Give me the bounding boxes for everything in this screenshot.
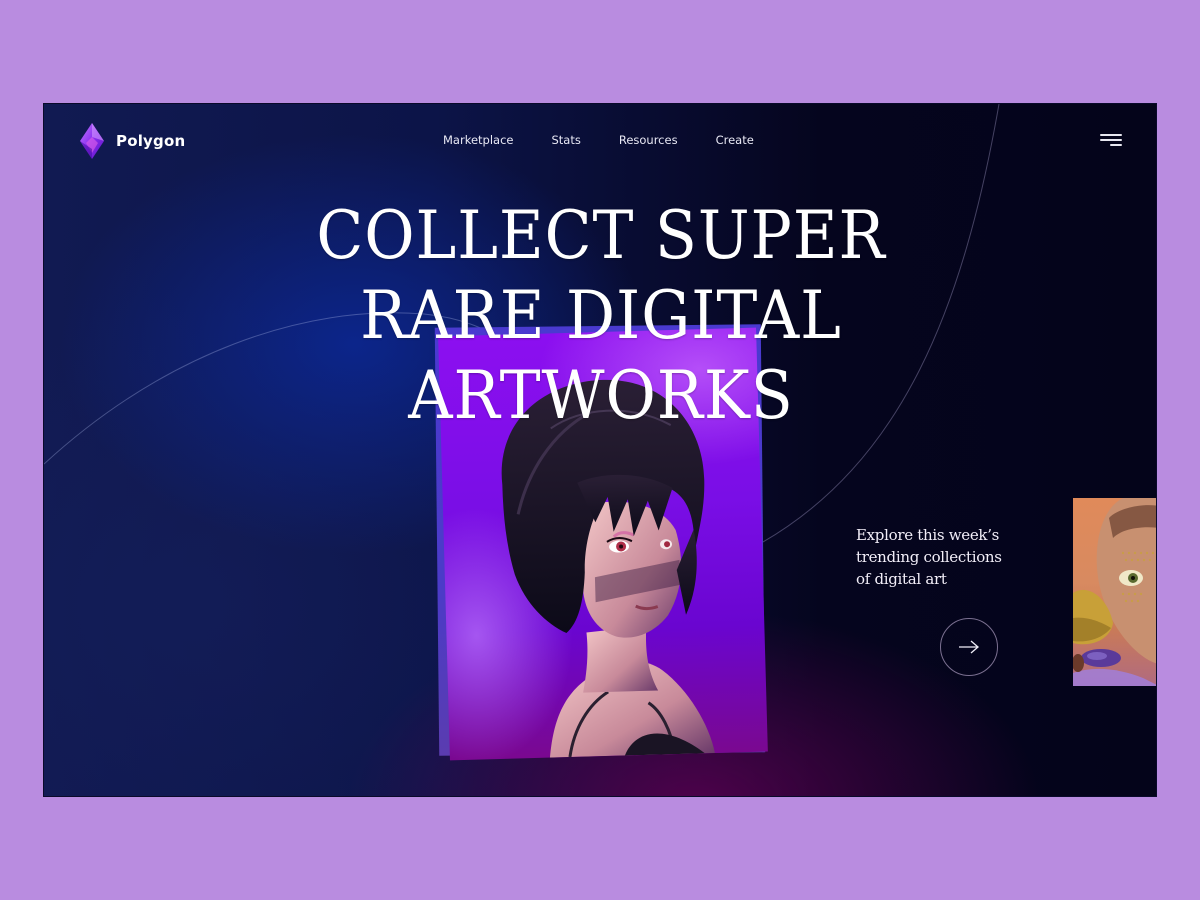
headline-line: COLLECT SUPER <box>316 197 886 274</box>
hero-frame: Polygon Marketplace Stats Resources Crea… <box>43 103 1157 797</box>
nav-item-stats[interactable]: Stats <box>551 133 580 147</box>
nav-item-resources[interactable]: Resources <box>619 133 678 147</box>
hero-headline: COLLECT SUPER RARE DIGITAL ARTWORKS <box>44 196 1156 436</box>
explore-text: Explore this week’s trending collections… <box>856 524 1026 590</box>
explore-arrow-button[interactable] <box>940 618 998 676</box>
hamburger-menu-icon[interactable] <box>1098 133 1122 149</box>
brand-logo[interactable]: Polygon <box>80 123 185 159</box>
polygon-gem-icon <box>80 123 104 159</box>
menu-line <box>1110 144 1122 146</box>
headline-line: RARE DIGITAL <box>360 277 842 354</box>
headline-line: ARTWORKS <box>408 357 794 434</box>
explore-line: Explore this week’s <box>856 526 1000 544</box>
nav-item-marketplace[interactable]: Marketplace <box>443 133 513 147</box>
arrow-right-icon <box>959 640 979 654</box>
explore-line: trending collections <box>856 548 1002 566</box>
brand-name: Polygon <box>116 132 186 150</box>
side-artwork-thumbnail[interactable] <box>1073 498 1156 686</box>
nav-item-create[interactable]: Create <box>716 133 754 147</box>
menu-line <box>1100 139 1122 141</box>
explore-line: of digital art <box>856 570 947 588</box>
menu-line <box>1100 134 1122 136</box>
woman-face-artwork <box>1073 498 1156 686</box>
main-nav: Marketplace Stats Resources Create <box>443 133 754 147</box>
